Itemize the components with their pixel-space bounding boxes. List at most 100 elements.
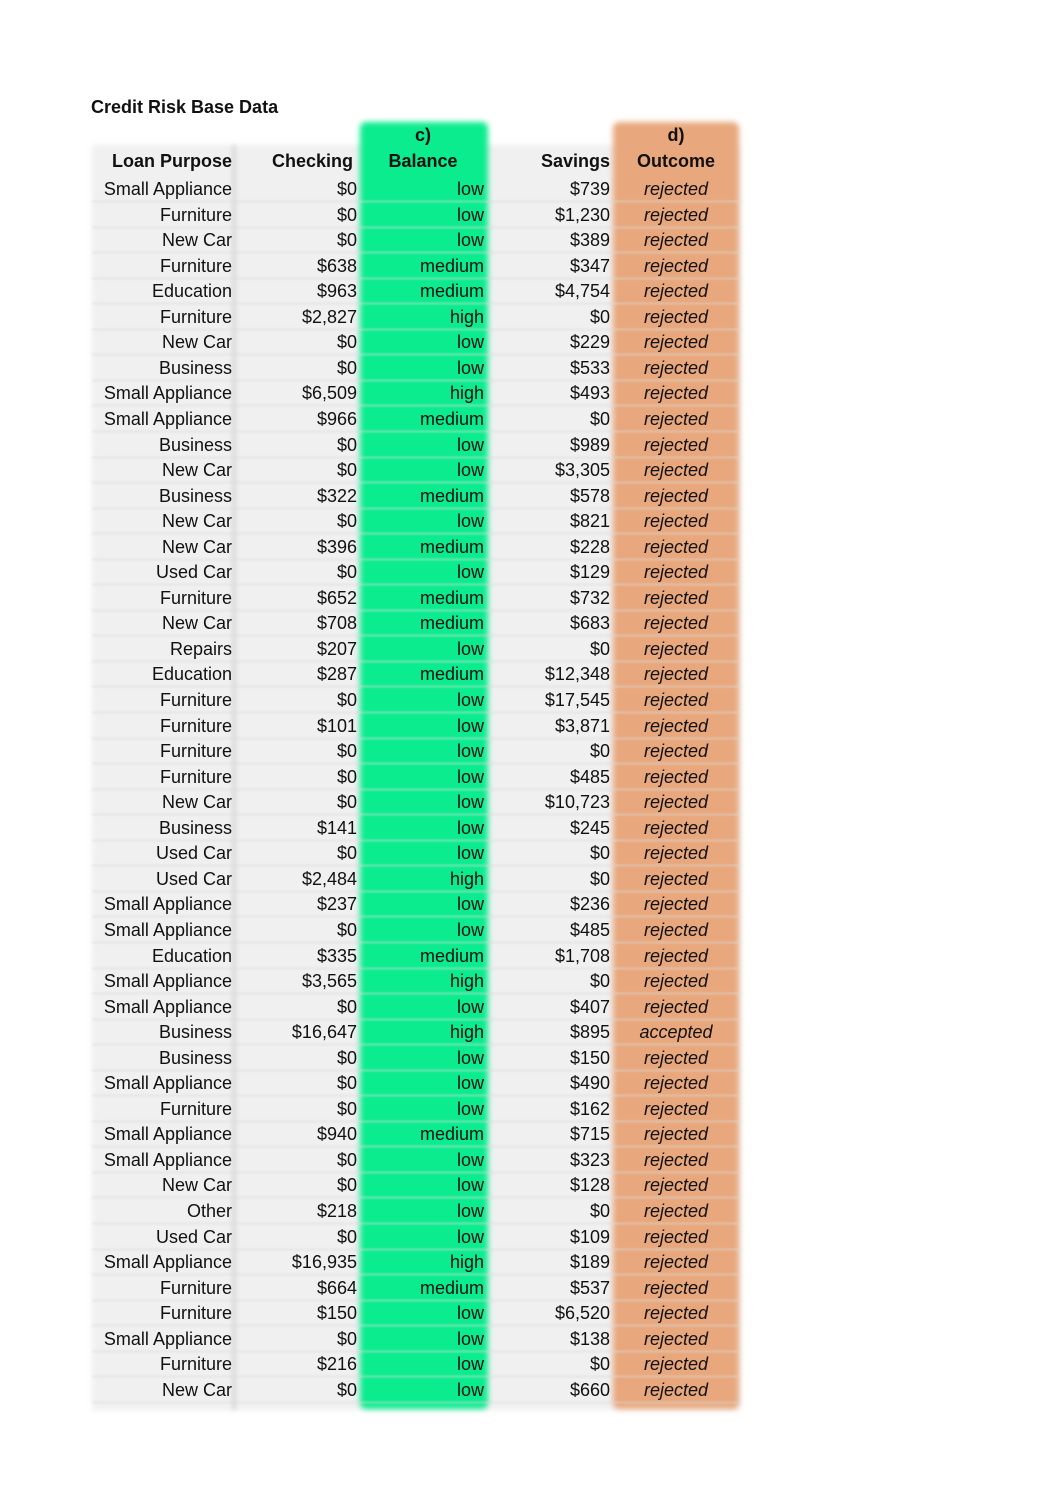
cell-outcome[interactable]: rejected (613, 638, 739, 660)
cell-savings[interactable]: $229 (492, 331, 610, 353)
cell-loan-purpose[interactable]: Used Car (92, 1226, 232, 1248)
cell-loan-purpose[interactable]: New Car (92, 229, 232, 251)
cell-checking[interactable]: $0 (240, 357, 357, 379)
cell-savings[interactable]: $0 (492, 306, 610, 328)
cell-loan-purpose[interactable]: Small Appliance (92, 408, 232, 430)
cell-outcome[interactable]: rejected (613, 306, 739, 328)
cell-savings[interactable]: $0 (492, 842, 610, 864)
cell-loan-purpose[interactable]: Used Car (92, 868, 232, 890)
cell-outcome[interactable]: rejected (613, 255, 739, 277)
cell-loan-purpose[interactable]: Furniture (92, 306, 232, 328)
cell-checking[interactable]: $0 (240, 510, 357, 532)
cell-checking[interactable]: $0 (240, 1098, 357, 1120)
cell-checking[interactable]: $0 (240, 740, 357, 762)
cell-outcome[interactable]: rejected (613, 485, 739, 507)
cell-outcome[interactable]: rejected (613, 1098, 739, 1120)
cell-balance[interactable]: low (362, 1047, 484, 1069)
cell-loan-purpose[interactable]: Furniture (92, 255, 232, 277)
cell-checking[interactable]: $0 (240, 996, 357, 1018)
cell-balance[interactable]: medium (362, 1123, 484, 1145)
cell-savings[interactable]: $389 (492, 229, 610, 251)
cell-outcome[interactable]: rejected (613, 510, 739, 532)
cell-checking[interactable]: $0 (240, 1328, 357, 1350)
cell-savings[interactable]: $578 (492, 485, 610, 507)
cell-savings[interactable]: $490 (492, 1072, 610, 1094)
cell-outcome[interactable]: rejected (613, 561, 739, 583)
cell-checking[interactable]: $335 (240, 945, 357, 967)
cell-outcome[interactable]: rejected (613, 996, 739, 1018)
cell-outcome[interactable]: rejected (613, 1328, 739, 1350)
cell-balance[interactable]: low (362, 357, 484, 379)
cell-checking[interactable]: $6,509 (240, 382, 357, 404)
cell-loan-purpose[interactable]: Small Appliance (92, 970, 232, 992)
cell-balance[interactable]: medium (362, 587, 484, 609)
cell-loan-purpose[interactable]: Small Appliance (92, 1251, 232, 1273)
cell-loan-purpose[interactable]: Business (92, 485, 232, 507)
cell-loan-purpose[interactable]: Business (92, 434, 232, 456)
cell-savings[interactable]: $10,723 (492, 791, 610, 813)
cell-outcome[interactable]: rejected (613, 791, 739, 813)
cell-outcome[interactable]: rejected (613, 663, 739, 685)
cell-outcome[interactable]: rejected (613, 715, 739, 737)
cell-outcome[interactable]: rejected (613, 1174, 739, 1196)
cell-loan-purpose[interactable]: New Car (92, 536, 232, 558)
cell-balance[interactable]: low (362, 791, 484, 813)
cell-loan-purpose[interactable]: Small Appliance (92, 382, 232, 404)
cell-outcome[interactable]: rejected (613, 689, 739, 711)
cell-savings[interactable]: $189 (492, 1251, 610, 1273)
cell-savings[interactable]: $6,520 (492, 1302, 610, 1324)
cell-checking[interactable]: $0 (240, 1072, 357, 1094)
cell-checking[interactable]: $0 (240, 1047, 357, 1069)
cell-balance[interactable]: medium (362, 485, 484, 507)
cell-balance[interactable]: medium (362, 1277, 484, 1299)
cell-loan-purpose[interactable]: Small Appliance (92, 1149, 232, 1171)
cell-outcome[interactable]: rejected (613, 229, 739, 251)
cell-loan-purpose[interactable]: Furniture (92, 1302, 232, 1324)
cell-outcome[interactable]: rejected (613, 1251, 739, 1273)
cell-savings[interactable]: $533 (492, 357, 610, 379)
cell-checking[interactable]: $0 (240, 842, 357, 864)
cell-outcome[interactable]: rejected (613, 1149, 739, 1171)
cell-savings[interactable]: $128 (492, 1174, 610, 1196)
cell-checking[interactable]: $708 (240, 612, 357, 634)
cell-checking[interactable]: $0 (240, 459, 357, 481)
cell-savings[interactable]: $323 (492, 1149, 610, 1171)
cell-balance[interactable]: medium (362, 280, 484, 302)
header-outcome[interactable]: Outcome (613, 150, 739, 172)
cell-loan-purpose[interactable]: Small Appliance (92, 1123, 232, 1145)
cell-checking[interactable]: $150 (240, 1302, 357, 1324)
cell-checking[interactable]: $0 (240, 434, 357, 456)
cell-checking[interactable]: $664 (240, 1277, 357, 1299)
cell-loan-purpose[interactable]: Furniture (92, 740, 232, 762)
cell-loan-purpose[interactable]: Furniture (92, 1098, 232, 1120)
cell-savings[interactable]: $0 (492, 740, 610, 762)
cell-outcome[interactable]: rejected (613, 331, 739, 353)
cell-outcome[interactable]: rejected (613, 357, 739, 379)
cell-checking[interactable]: $287 (240, 663, 357, 685)
cell-balance[interactable]: low (362, 1149, 484, 1171)
cell-outcome[interactable]: rejected (613, 1277, 739, 1299)
cell-balance[interactable]: low (362, 1328, 484, 1350)
cell-balance[interactable]: low (362, 1226, 484, 1248)
cell-loan-purpose[interactable]: Furniture (92, 1277, 232, 1299)
cell-savings[interactable]: $1,230 (492, 204, 610, 226)
cell-checking[interactable]: $0 (240, 229, 357, 251)
cell-outcome[interactable]: rejected (613, 382, 739, 404)
cell-checking[interactable]: $0 (240, 791, 357, 813)
cell-balance[interactable]: medium (362, 945, 484, 967)
cell-loan-purpose[interactable]: New Car (92, 1174, 232, 1196)
cell-outcome[interactable]: rejected (613, 536, 739, 558)
cell-outcome[interactable]: rejected (613, 868, 739, 890)
cell-loan-purpose[interactable]: Furniture (92, 689, 232, 711)
cell-savings[interactable]: $821 (492, 510, 610, 532)
cell-loan-purpose[interactable]: Furniture (92, 715, 232, 737)
header-balance[interactable]: Balance (362, 150, 484, 172)
cell-outcome[interactable]: rejected (613, 1226, 739, 1248)
cell-outcome[interactable]: rejected (613, 280, 739, 302)
cell-checking[interactable]: $940 (240, 1123, 357, 1145)
header-loan-purpose[interactable]: Loan Purpose (92, 150, 232, 172)
cell-checking[interactable]: $0 (240, 689, 357, 711)
cell-savings[interactable]: $683 (492, 612, 610, 634)
cell-balance[interactable]: low (362, 1174, 484, 1196)
cell-balance[interactable]: low (362, 817, 484, 839)
